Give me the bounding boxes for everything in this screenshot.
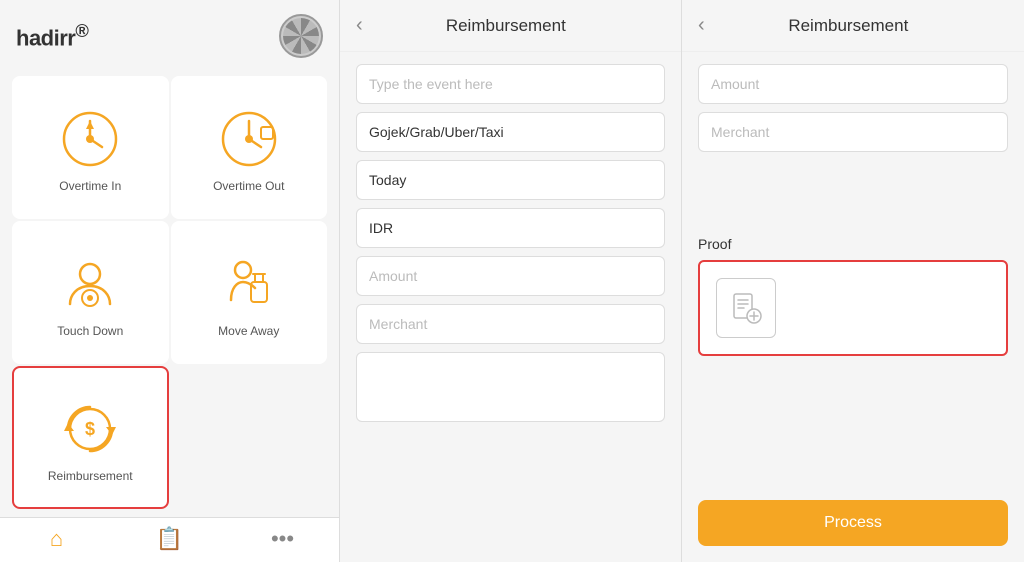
proof-label: Proof — [698, 236, 1008, 252]
logo-text: hadirr — [16, 26, 75, 51]
proof-title: Reimbursement — [713, 16, 984, 36]
nav-home[interactable]: ⌂ — [0, 526, 113, 552]
currency-input[interactable] — [356, 208, 665, 248]
proof-panel: ‹ Reimbursement Proof Process — [682, 0, 1024, 562]
avatar-image — [283, 18, 319, 54]
home-icon: ⌂ — [50, 526, 63, 552]
touch-down-icon — [58, 252, 122, 316]
merchant-input[interactable] — [356, 304, 665, 344]
home-header: hadirr® — [0, 0, 339, 68]
overtime-out-label: Overtime Out — [213, 179, 284, 193]
nav-more[interactable]: ••• — [226, 526, 339, 552]
avatar[interactable] — [279, 14, 323, 58]
home-panel: hadirr® Overtime In — [0, 0, 340, 562]
amount-input[interactable] — [356, 256, 665, 296]
notes-textarea[interactable] — [356, 352, 665, 422]
process-button-wrap: Process — [682, 488, 1024, 562]
grid-item-reimbursement[interactable]: $ Reimbursement — [12, 366, 169, 509]
grid-item-move-away[interactable]: Move Away — [171, 221, 328, 364]
upload-document-icon — [728, 290, 764, 326]
reimbursement-label: Reimbursement — [48, 469, 133, 483]
grid-item-overtime-out[interactable]: Overtime Out — [171, 76, 328, 219]
proof-back-button[interactable]: ‹ — [698, 14, 705, 37]
grid-item-touch-down[interactable]: Touch Down — [12, 221, 169, 364]
proof-header: ‹ Reimbursement — [682, 0, 1024, 52]
grid-item-overtime-in[interactable]: Overtime In — [12, 76, 169, 219]
feature-grid: Overtime In Overtime Out Touch Down — [0, 68, 339, 517]
move-away-label: Move Away — [218, 324, 279, 338]
overtime-in-label: Overtime In — [59, 179, 121, 193]
nav-document[interactable]: 📋 — [113, 526, 226, 552]
document-icon: 📋 — [156, 526, 183, 552]
proof-upload-icon-wrap[interactable] — [716, 278, 776, 338]
date-input[interactable] — [356, 160, 665, 200]
proof-upload-box[interactable] — [698, 260, 1008, 356]
overtime-in-icon — [58, 107, 122, 171]
app-logo: hadirr® — [16, 20, 88, 51]
form-header: ‹ Reimbursement — [340, 0, 681, 52]
more-icon: ••• — [271, 526, 294, 552]
back-button[interactable]: ‹ — [356, 14, 363, 37]
proof-body: Proof — [682, 52, 1024, 488]
proof-amount-input[interactable] — [698, 64, 1008, 104]
form-panel: ‹ Reimbursement — [340, 0, 682, 562]
svg-text:$: $ — [85, 419, 95, 439]
form-body — [340, 52, 681, 562]
category-input[interactable] — [356, 112, 665, 152]
process-button[interactable]: Process — [698, 500, 1008, 546]
touch-down-label: Touch Down — [57, 324, 123, 338]
overtime-out-icon — [217, 107, 281, 171]
reimbursement-icon: $ — [58, 397, 122, 461]
proof-merchant-input[interactable] — [698, 112, 1008, 152]
logo-superscript: ® — [75, 20, 88, 41]
move-away-icon — [217, 252, 281, 316]
bottom-nav: ⌂ 📋 ••• — [0, 517, 339, 562]
event-input[interactable] — [356, 64, 665, 104]
form-title: Reimbursement — [371, 16, 641, 36]
